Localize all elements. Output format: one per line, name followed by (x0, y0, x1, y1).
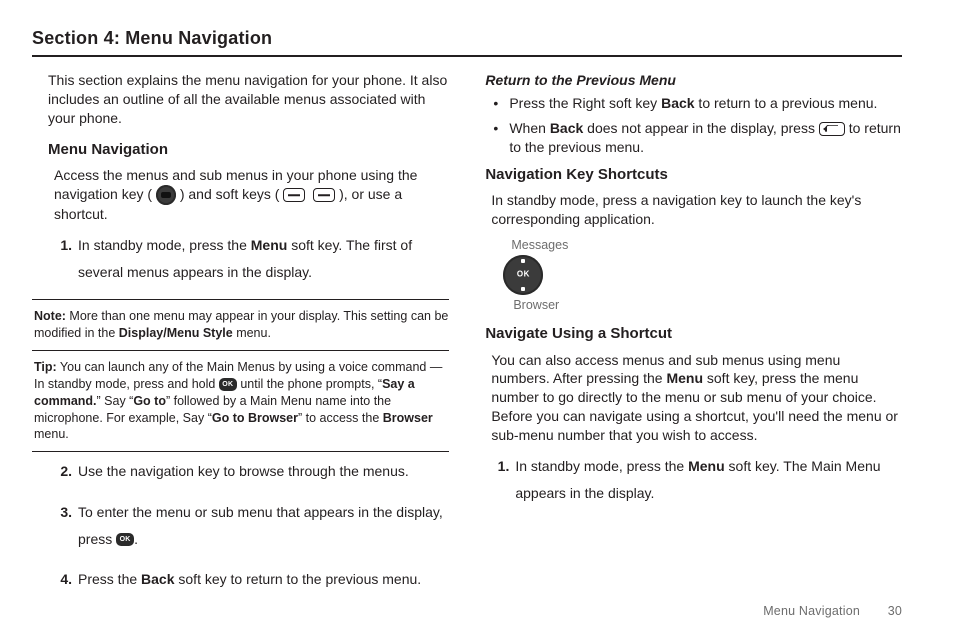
note-label: Note: (34, 309, 66, 323)
text: When (509, 120, 549, 136)
bold: Back (141, 571, 174, 587)
bold: Back (550, 120, 583, 136)
list-item: When Back does not appear in the display… (499, 119, 902, 157)
list-item: 1. In standby mode, press the Menu soft … (78, 232, 449, 285)
steps-list-cont: 2. Use the navigation key to browse thro… (48, 458, 449, 592)
step-number: 2. (48, 458, 72, 485)
list-item: 2. Use the navigation key to browse thro… (78, 458, 449, 485)
step-number: 3. (48, 499, 72, 526)
text: does not appear in the display, press (583, 120, 819, 136)
text: ) and soft keys ( (180, 186, 280, 202)
tip: Tip: You can launch any of the Main Menu… (32, 357, 449, 445)
text: until the phone prompts, “ (237, 377, 382, 391)
intro-paragraph: This section explains the menu navigatio… (48, 71, 449, 128)
step-number: 1. (48, 232, 72, 259)
content-columns: This section explains the menu navigatio… (32, 71, 902, 607)
diagram-label-bottom: Browser (513, 297, 902, 314)
navshort-paragraph: In standby mode, press a navigation key … (491, 191, 902, 229)
divider (32, 350, 449, 351)
text: menu. (233, 326, 271, 340)
left-column: This section explains the menu navigatio… (32, 71, 449, 607)
text: Press the (78, 571, 141, 587)
navigation-key-icon (503, 255, 543, 295)
section-title: Section 4: Menu Navigation (32, 28, 902, 57)
nav-key-diagram: Messages Browser (503, 237, 902, 315)
text: In standby mode, press the (515, 458, 688, 474)
text: ” Say “ (97, 394, 134, 408)
heading-return-previous: Return to the Previous Menu (485, 71, 902, 90)
bold: Menu (688, 458, 725, 474)
text: menu. (34, 427, 69, 441)
list-item: 3. To enter the menu or sub menu that ap… (78, 499, 449, 552)
right-column: Return to the Previous Menu Press the Ri… (485, 71, 902, 607)
heading-nav-shortcuts: Navigation Key Shortcuts (485, 165, 902, 185)
diagram-label-top: Messages (511, 237, 902, 254)
steps-list: 1. In standby mode, press the Menu soft … (485, 453, 902, 506)
divider (32, 299, 449, 300)
text: . (134, 531, 138, 547)
bullet-list: Press the Right soft key Back to return … (485, 94, 902, 157)
bold: Go to Browser (212, 411, 298, 425)
text: Use the navigation key to browse through… (78, 463, 409, 479)
page-number: 30 (888, 604, 902, 618)
tip-label: Tip: (34, 360, 57, 374)
bold: Browser (383, 411, 433, 425)
text: ” to access the (298, 411, 383, 425)
text: In standby mode, press the (78, 237, 251, 253)
text: Press the Right soft key (509, 95, 661, 111)
list-item: 4. Press the Back soft key to return to … (78, 566, 449, 593)
step-number: 4. (48, 566, 72, 593)
text: soft key to return to the previous menu. (175, 571, 422, 587)
text: to return to a previous menu. (695, 95, 878, 111)
note-block: Note: More than one menu may appear in y… (32, 299, 449, 452)
soft-key-icon (283, 188, 305, 202)
shortcut-paragraph: You can also access menus and sub menus … (491, 351, 902, 445)
access-paragraph: Access the menus and sub menus in your p… (54, 166, 449, 224)
steps-list: 1. In standby mode, press the Menu soft … (48, 232, 449, 285)
bold: Menu (251, 237, 288, 253)
page-footer: Menu Navigation 30 (763, 604, 902, 618)
note: Note: More than one menu may appear in y… (32, 306, 449, 344)
footer-label: Menu Navigation (763, 604, 860, 618)
list-item: Press the Right soft key Back to return … (499, 94, 902, 113)
bold: Back (661, 95, 694, 111)
list-item: 1. In standby mode, press the Menu soft … (515, 453, 902, 506)
soft-key-icon (313, 188, 335, 202)
bold: Display/Menu Style (119, 326, 233, 340)
step-number: 1. (485, 453, 509, 480)
divider (32, 451, 449, 452)
heading-menu-navigation: Menu Navigation (48, 140, 449, 160)
heading-navigate-shortcut: Navigate Using a Shortcut (485, 324, 902, 344)
ok-key-icon: OK (116, 533, 134, 546)
ok-key-icon: OK (219, 378, 237, 391)
bold: Menu (666, 370, 703, 386)
bold: Go to (133, 394, 166, 408)
back-key-icon (819, 122, 845, 136)
navigation-key-icon (156, 185, 176, 205)
